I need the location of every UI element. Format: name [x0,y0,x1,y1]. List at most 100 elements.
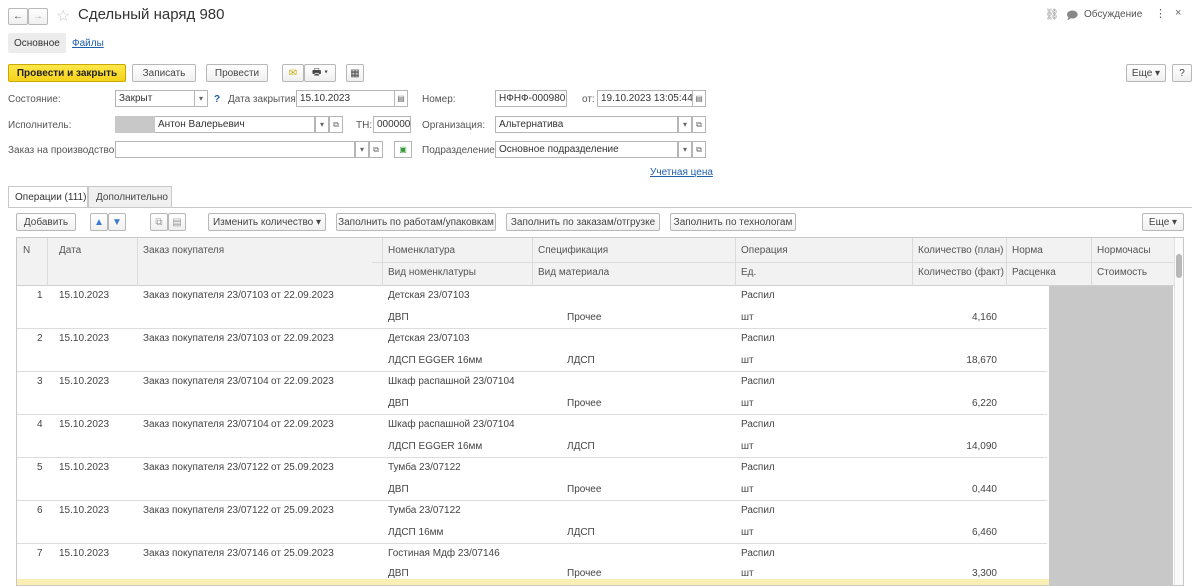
col-norm[interactable]: Норма [1012,245,1043,256]
calendar-icon[interactable]: ▤ [692,90,706,107]
table-row[interactable]: 6 15.10.2023 Заказ покупателя 23/07122 о… [17,501,1167,543]
paste-button[interactable]: ▤ [168,213,186,231]
org-label: Организация: [422,120,486,131]
change-qty-button[interactable]: Изменить количество ▾ [208,213,326,231]
close-icon[interactable]: × [1175,7,1181,19]
help-mark-icon[interactable]: ? [214,94,220,105]
grid-more-button[interactable]: Еще ▾ [1142,213,1184,231]
cell-nomenclature: Детская 23/07103 [388,290,470,301]
cell-nomenclature: Гостиная Мдф 23/07146 [388,548,500,559]
col-unit[interactable]: Ед. [741,267,756,278]
table-row[interactable]: 5 15.10.2023 Заказ покупателя 23/07122 о… [17,458,1167,500]
executor-field[interactable]: Антон Валерьевич [155,116,315,133]
cell-kind: ЛДСП 16мм [388,527,444,538]
from-datetime-field[interactable]: 19.10.2023 13:05:44 [597,90,693,107]
division-dropdown-icon[interactable]: ▾ [678,141,692,158]
col-order[interactable]: Заказ покупателя [143,245,224,256]
col-operation[interactable]: Операция [741,245,788,256]
move-down-button[interactable]: ▼ [108,213,126,231]
table-row[interactable]: 7 15.10.2023 Заказ покупателя 23/07146 о… [17,544,1167,580]
operations-table[interactable]: N Дата Заказ покупателя Номенклатура Вид… [16,237,1184,586]
structure-icon[interactable]: ▦ [346,64,364,82]
fill-works-button[interactable]: Заполнить по работам/упаковкам [336,213,496,231]
cell-order-date: от 22.09.2023 [271,376,334,387]
help-button[interactable]: ? [1172,64,1192,82]
table-row-selected[interactable] [17,579,1167,585]
number-field[interactable]: НФНФ-000980 [495,90,567,107]
cell-nomenclature: Шкаф распашной 23/07104 [388,419,515,430]
cell-n: 7 [37,548,43,559]
org-open-icon[interactable]: ⧉ [692,116,706,133]
cell-unit: шт [741,441,754,452]
star-icon[interactable]: ☆ [56,6,70,26]
order-open-icon[interactable]: ⧉ [369,141,383,158]
cell-order-date: от 22.09.2023 [271,290,334,301]
menu-icon[interactable]: ⋮ [1155,7,1166,20]
calendar-icon[interactable]: ▤ [394,90,408,107]
mail-button[interactable]: ✉ [282,64,304,82]
cell-qty-fact: 3,300 [971,568,997,579]
order-field[interactable] [115,141,355,158]
cell-n: 5 [37,462,43,473]
col-divider [137,238,138,286]
col-material-kind[interactable]: Вид материала [538,267,609,278]
table-row[interactable]: 2 15.10.2023 Заказ покупателя 23/07103 о… [17,329,1167,371]
fill-orders-button[interactable]: Заполнить по заказам/отгрузке [506,213,660,231]
table-row[interactable]: 4 15.10.2023 Заказ покупателя 23/07104 о… [17,415,1167,457]
copy-button[interactable]: ⧉ [150,213,168,231]
division-field[interactable]: Основное подразделение [495,141,678,158]
more-button[interactable]: Еще ▾ [1126,64,1166,82]
order-dropdown-icon[interactable]: ▾ [355,141,369,158]
save-button[interactable]: Записать [132,64,196,82]
state-dropdown-icon[interactable]: ▾ [194,90,208,107]
scrollbar-track[interactable] [1174,238,1183,585]
cell-date: 15.10.2023 [59,505,110,516]
post-and-close-button[interactable]: Провести и закрыть [8,64,126,82]
print-button[interactable]: 🖶 ▾ [304,64,336,82]
cell-kind: ДВП [388,398,409,409]
table-row[interactable]: 3 15.10.2023 Заказ покупателя 23/07104 о… [17,372,1167,414]
post-button[interactable]: Провести [206,64,268,82]
back-button[interactable]: ← [8,8,28,25]
cell-material: Прочее [567,568,602,579]
tn-field[interactable]: 000000 [373,116,411,133]
cell-kind: ДВП [388,484,409,495]
col-qty-fact[interactable]: Количество (факт) [918,267,1004,278]
col-cost[interactable]: Стоимость [1097,267,1147,278]
col-spec[interactable]: Спецификация [538,245,608,256]
col-qty-plan[interactable]: Количество (план) [918,245,1003,256]
nav-tab-files[interactable]: Файлы [72,38,104,49]
cell-material: ЛДСП [567,441,595,452]
col-norm-hours[interactable]: Нормочасы [1097,245,1151,256]
create-order-icon[interactable]: ▣ [394,141,412,158]
col-rate[interactable]: Расценка [1012,267,1056,278]
add-button[interactable]: Добавить [16,213,76,231]
col-nomenclature-kind[interactable]: Вид номенклатуры [388,267,476,278]
cell-qty-fact: 6,220 [971,398,997,409]
cell-unit: шт [741,355,754,366]
col-divider [532,238,533,286]
link-icon[interactable]: ⛓ [1045,8,1059,21]
account-price-link[interactable]: Учетная цена [650,167,713,178]
close-date-field[interactable]: 15.10.2023 [296,90,395,107]
col-date[interactable]: Дата [59,245,81,256]
state-select[interactable]: Закрыт [115,90,195,107]
fill-techs-button[interactable]: Заполнить по технологам [670,213,796,231]
table-row[interactable]: 1 15.10.2023 Заказ покупателя 23/07103 о… [17,286,1167,328]
forward-button[interactable]: → [28,8,48,25]
cell-operation: Распил [741,419,775,430]
org-dropdown-icon[interactable]: ▾ [678,116,692,133]
col-nomenclature[interactable]: Номенклатура [388,245,455,256]
discussion-label[interactable]: Обсуждение [1084,9,1142,20]
cell-unit: шт [741,312,754,323]
scrollbar-thumb[interactable] [1176,254,1182,278]
tn-label: ТН: [356,120,373,131]
window-title: Сдельный наряд 980 [78,6,225,23]
executor-open-icon[interactable]: ⧉ [329,116,343,133]
executor-dropdown-icon[interactable]: ▾ [315,116,329,133]
discussion-icon[interactable]: 🗩 [1066,7,1078,26]
division-open-icon[interactable]: ⧉ [692,141,706,158]
move-up-button[interactable]: ▲ [90,213,108,231]
org-field[interactable]: Альтернатива [495,116,678,133]
col-n[interactable]: N [23,245,30,256]
